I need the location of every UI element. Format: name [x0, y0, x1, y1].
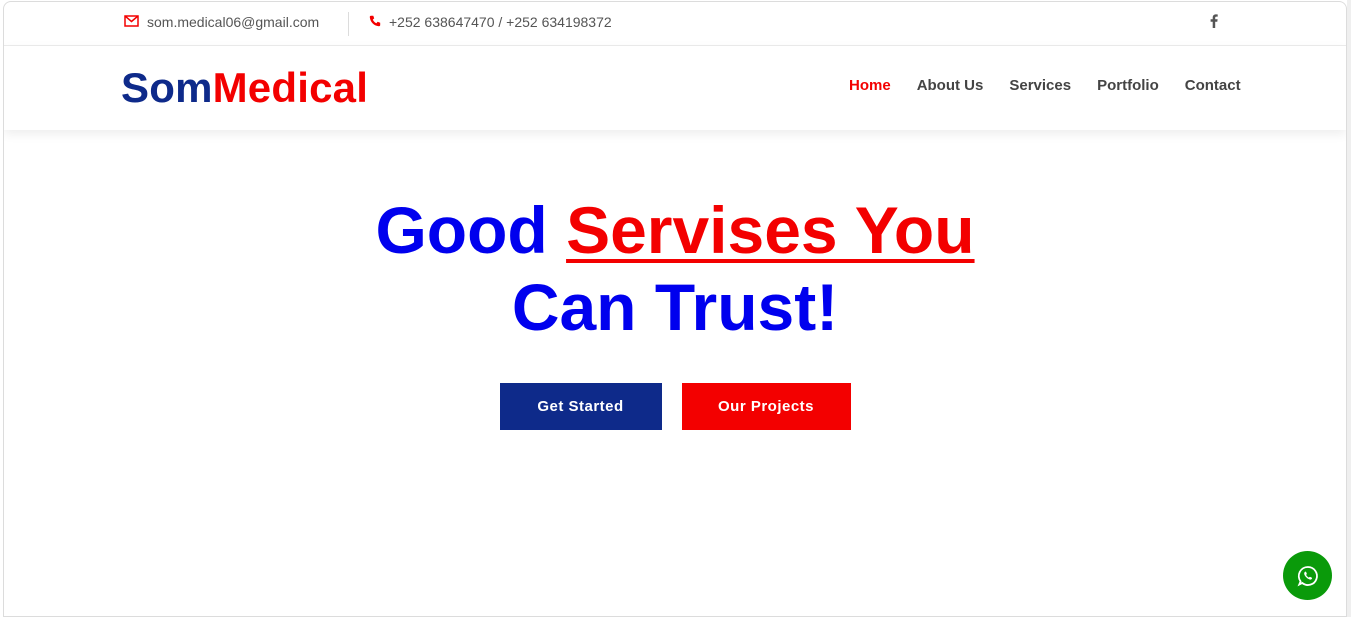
our-projects-button[interactable]: Our Projects [681, 383, 851, 430]
get-started-button[interactable]: Get Started [499, 383, 662, 430]
site-logo[interactable]: SomMedical [121, 64, 368, 112]
nav-contact[interactable]: Contact [1185, 77, 1241, 94]
logo-part-medical: Medical [212, 64, 369, 111]
hero-buttons: Get Started Our Projects [4, 383, 1346, 430]
facebook-icon[interactable] [1210, 14, 1218, 32]
whatsapp-icon[interactable] [1283, 551, 1332, 600]
phone-text: +252 638647470 / +252 634198372 [389, 14, 612, 30]
envelope-icon [124, 14, 139, 30]
hero-heading-highlight: Servises You [566, 193, 975, 267]
nav-about-us[interactable]: About Us [917, 77, 984, 94]
hero-heading: Good Servises You Can Trust! [4, 192, 1346, 346]
logo-part-som: Som [121, 64, 213, 111]
topbar-divider [348, 12, 349, 36]
nav-portfolio[interactable]: Portfolio [1097, 77, 1159, 94]
browser-page: som.medical06@gmail.com +252 638647470 /… [3, 1, 1347, 617]
email-text: som.medical06@gmail.com [147, 14, 320, 30]
phone-contact[interactable]: +252 638647470 / +252 634198372 [369, 14, 612, 30]
nav-home[interactable]: Home [849, 77, 891, 94]
hero-section: Good Servises You Can Trust! [4, 192, 1346, 346]
hero-heading-plain: Good [375, 193, 567, 267]
page-scrollbar[interactable] [1347, 0, 1351, 617]
phone-icon [369, 14, 381, 30]
email-contact[interactable]: som.medical06@gmail.com [124, 14, 319, 30]
nav-services[interactable]: Services [1009, 77, 1071, 94]
top-bar: som.medical06@gmail.com +252 638647470 /… [4, 2, 1346, 46]
site-header: SomMedical Home About Us Services Portfo… [4, 46, 1346, 130]
hero-heading-line2: Can Trust! [511, 270, 839, 344]
main-nav: Home About Us Services Portfolio Contact [849, 77, 1267, 94]
